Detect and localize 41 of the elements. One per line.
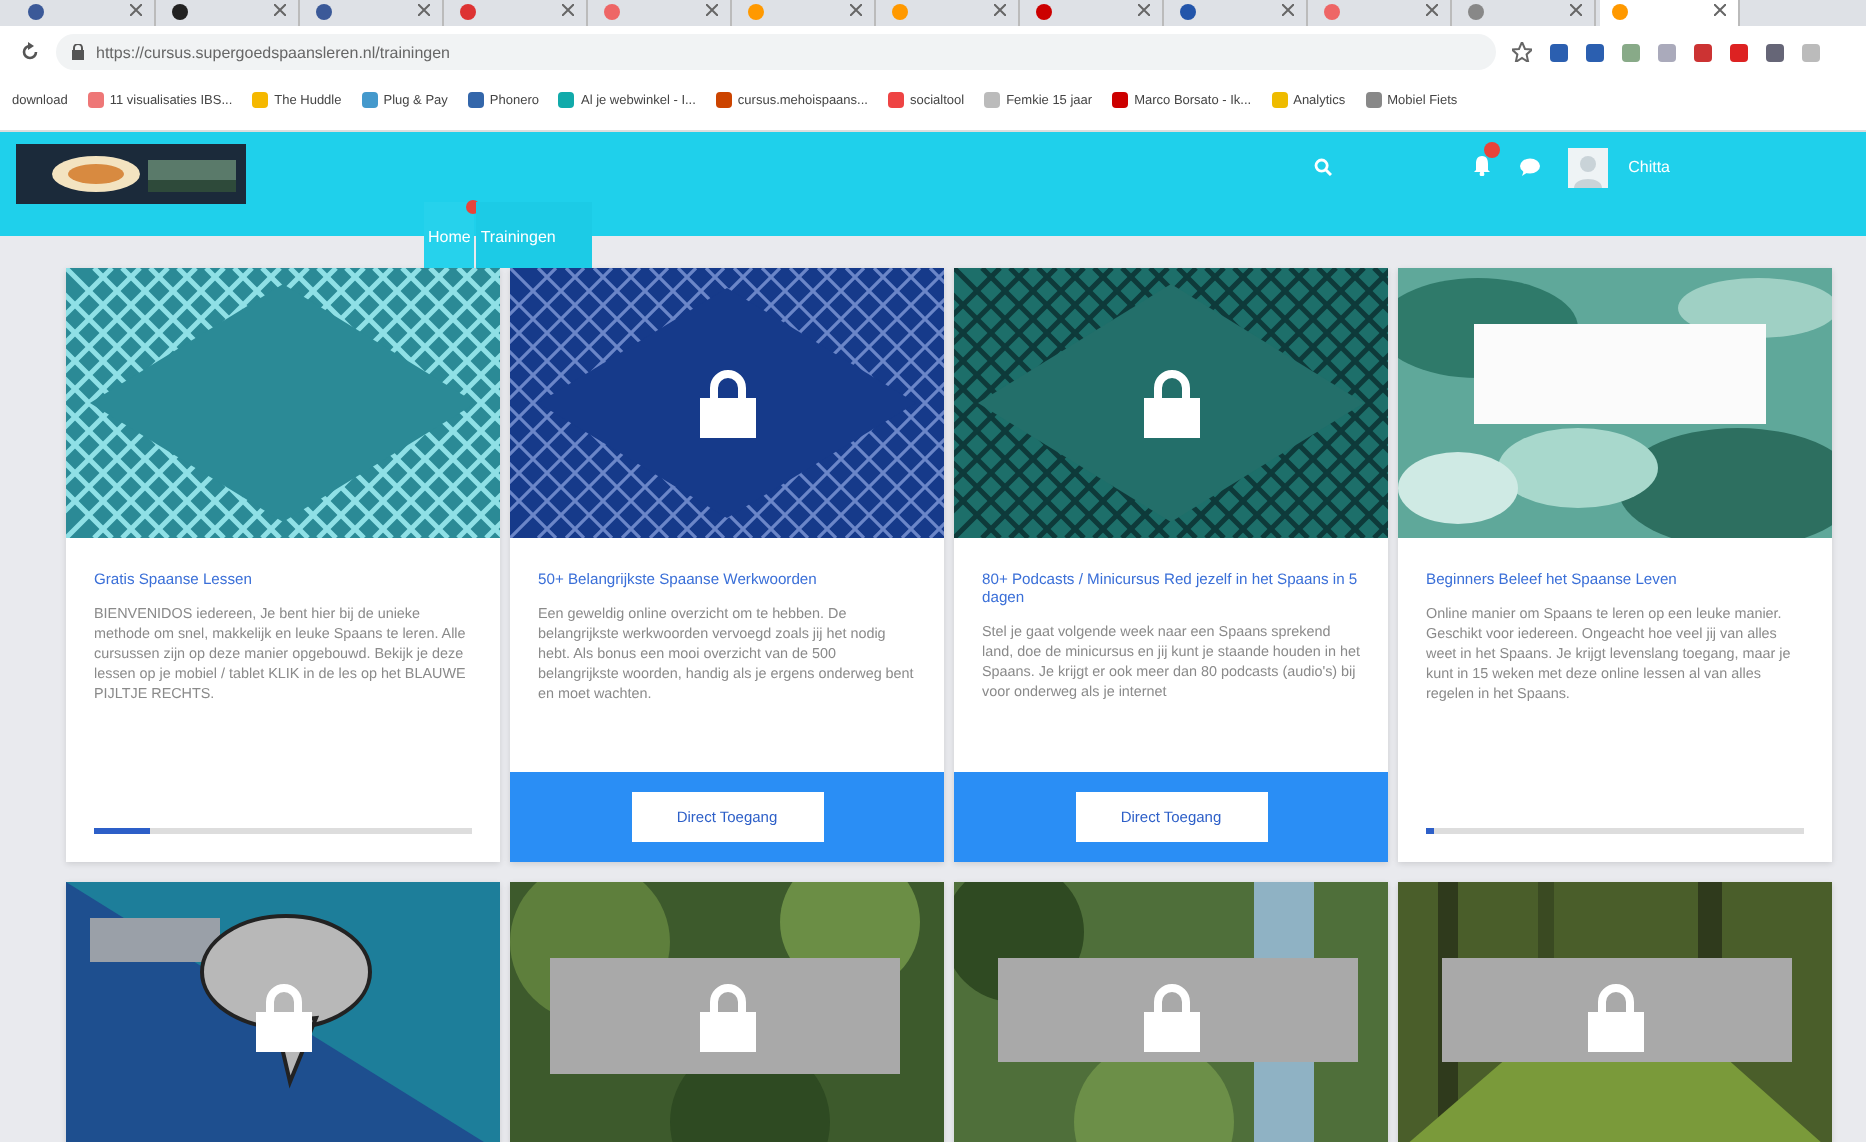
favicon-icon	[316, 4, 332, 20]
favicon-icon	[1036, 4, 1052, 20]
close-icon[interactable]	[1570, 4, 1582, 16]
favicon-icon	[1112, 92, 1129, 108]
favicon-icon	[1271, 92, 1288, 108]
close-icon[interactable]	[1426, 4, 1438, 16]
favicon-icon	[715, 92, 732, 108]
close-icon[interactable]	[418, 4, 430, 16]
close-icon[interactable]	[1138, 4, 1150, 16]
close-icon[interactable]	[274, 4, 286, 16]
close-icon[interactable]	[706, 4, 718, 16]
favicon-icon	[252, 92, 269, 108]
favicon-icon	[87, 92, 104, 108]
close-icon[interactable]	[562, 4, 574, 16]
star-icon[interactable]	[1512, 42, 1532, 62]
favicon-icon	[1324, 4, 1340, 20]
favicon-icon	[172, 4, 188, 20]
address-bar[interactable]: https://cursus.supergoedspaansleren.nl/trainingen	[56, 34, 1496, 70]
favicon-icon	[467, 92, 484, 108]
favicon-icon	[604, 4, 620, 20]
favicon-icon	[892, 4, 908, 20]
favicon-icon	[887, 92, 904, 108]
bell-icon	[1472, 153, 1493, 175]
favicon-icon	[748, 4, 764, 20]
favicon-icon	[361, 92, 378, 108]
notification-badge	[1484, 141, 1501, 157]
favicon-icon	[1612, 4, 1628, 20]
close-icon[interactable]	[850, 4, 862, 16]
favicon-icon	[460, 4, 476, 20]
favicon-icon	[1180, 4, 1196, 20]
reload-icon[interactable]	[20, 42, 40, 62]
lock-icon	[72, 44, 84, 60]
close-icon[interactable]	[1282, 4, 1294, 16]
favicon-icon	[1365, 92, 1382, 108]
favicon-icon	[28, 4, 44, 20]
favicon-icon	[558, 92, 575, 108]
close-icon[interactable]	[994, 4, 1006, 16]
favicon-icon	[984, 92, 1001, 108]
close-icon[interactable]	[1714, 4, 1726, 16]
close-icon[interactable]	[130, 4, 142, 16]
favicon-icon	[1468, 4, 1484, 20]
